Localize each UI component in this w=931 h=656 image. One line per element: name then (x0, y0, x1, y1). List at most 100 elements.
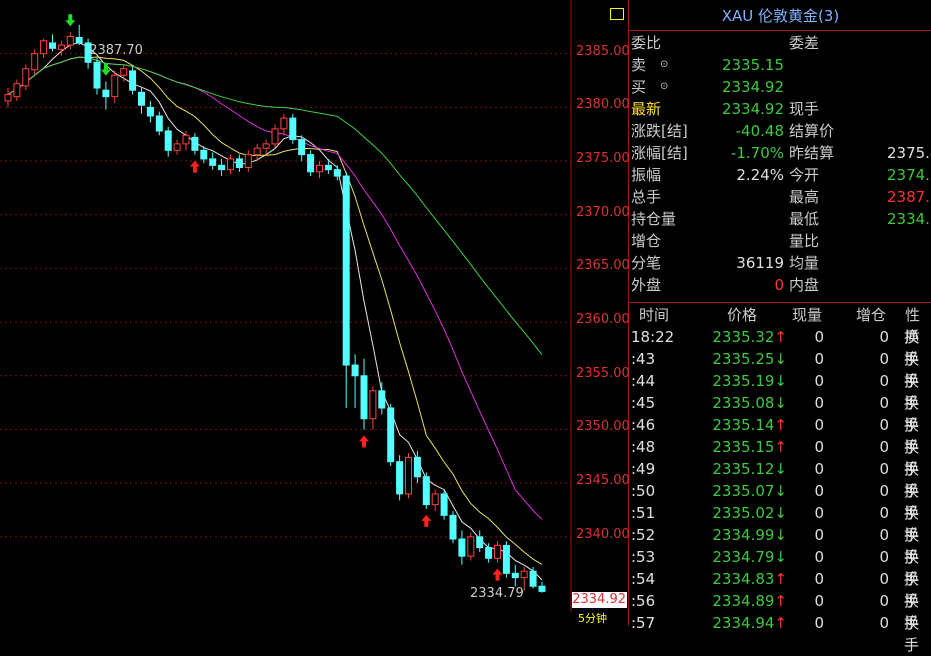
quote-row: 增仓 量比 (629, 230, 931, 252)
tick-cell-time: :46 (631, 416, 656, 434)
quote-row: 振幅 2.24% 今开 2374.9 (629, 164, 931, 186)
tick-cell-time: :49 (631, 460, 656, 478)
buy-arrow-icon (189, 160, 200, 173)
quote-label: 总手 (631, 188, 662, 206)
tick-row: 18:22 2335.32↑ 0 0 换手 (629, 326, 931, 368)
tick-cell-oi: 0 (879, 438, 889, 456)
quote-value: -40.48 (735, 122, 784, 140)
tick-cell-time: :52 (631, 526, 656, 544)
quote-label: 分笔 (631, 254, 662, 272)
tick-cell-price: 2335.32↑ (712, 328, 787, 346)
tick-cell-vol: 0 (814, 504, 824, 522)
candle-body (155, 115, 163, 132)
y-tick-label: 2375.00 (576, 151, 630, 167)
tick-cell-price: 2335.15↑ (712, 438, 787, 456)
quote-label: 最低 (789, 210, 820, 228)
tick-cell-price: 2335.07↓ (712, 482, 787, 500)
quote-value: 2375.4 (887, 144, 931, 162)
candle-body (129, 70, 137, 91)
quote-label: 外盘 (631, 276, 662, 294)
candle-body (111, 74, 119, 98)
quote-label: 今开 (789, 166, 820, 184)
tick-header-cell: 价格 (727, 306, 758, 324)
candle-body (342, 175, 350, 366)
tick-cell-vol: 0 (814, 350, 824, 368)
y-tick-label: 2380.00 (576, 97, 630, 113)
candle-body (57, 44, 65, 50)
candle-body (360, 375, 368, 420)
quote-row: 涨幅[结] -1.70% 昨结算 2375.4 (629, 142, 931, 164)
tick-cell-time: :57 (631, 614, 656, 632)
quote-label: 现手 (789, 100, 820, 118)
tick-cell-vol: 0 (814, 328, 824, 346)
y-tick-label: 2340.00 (576, 526, 630, 542)
tick-row: :53 2334.79↓ 0 0 换手 (629, 546, 931, 588)
tick-cell-price: 2335.12↓ (712, 460, 787, 478)
candle-body (324, 164, 332, 171)
tick-cell-oi: 0 (879, 394, 889, 412)
tick-row: :48 2335.15↑ 0 0 换手 (629, 436, 931, 478)
candle-body (529, 570, 537, 587)
y-tick-label: 2365.00 (576, 258, 630, 274)
tick-cell-price: 2334.83↑ (712, 570, 787, 588)
candle-body (316, 164, 323, 173)
tick-cell-price: 2334.79↓ (712, 548, 787, 566)
chart-bottom-bar: 5分钟 (0, 612, 628, 626)
quote-label: 内盘 (789, 276, 820, 294)
price-axis (572, 0, 628, 612)
quote-label: 增仓 (631, 232, 662, 250)
quote-row: 卖 2335.15 ⊙ (629, 54, 931, 76)
ma-line-40 (7, 56, 543, 356)
tick-cell-vol: 0 (814, 482, 824, 500)
candle-body (31, 53, 39, 71)
y-tick-label: 2385.00 (576, 43, 630, 59)
tick-cell-vol: 0 (814, 372, 824, 390)
tick-cell-oi: 0 (879, 328, 889, 346)
tick-header-cell: 现量 (792, 306, 823, 324)
quote-label: 量比 (789, 232, 820, 250)
tick-cell-vol: 0 (814, 394, 824, 412)
chart-canvas[interactable] (0, 0, 572, 612)
candle-body (333, 169, 341, 177)
peak-price-label: 2387.70 (89, 43, 143, 58)
y-tick-label: 2355.00 (576, 365, 630, 381)
quote-row: 委比 委差 (629, 32, 931, 54)
tick-cell-price: 2335.19↓ (712, 372, 787, 390)
candle-body (235, 158, 243, 168)
tick-cell-oi: 0 (879, 526, 889, 544)
tick-row: :54 2334.83↑ 0 0 换手 (629, 568, 931, 610)
candle-body (520, 570, 528, 579)
quote-label: 委差 (789, 34, 820, 52)
candle-body (49, 42, 56, 49)
tick-cell-oi: 0 (879, 548, 889, 566)
quote-label: 持仓量 (631, 210, 677, 228)
candle-body (182, 134, 190, 145)
tick-cell-time: :51 (631, 504, 656, 522)
circle-info-icon[interactable]: ⊙ (660, 54, 668, 76)
tick-header-cell: 增仓 (856, 306, 887, 324)
candle-body (200, 149, 208, 160)
sell-arrow-icon (65, 14, 76, 27)
tick-cell-time: :45 (631, 394, 656, 412)
candle-body (476, 536, 484, 549)
tick-cell-nature: 换手 (904, 614, 920, 654)
instrument-title: XAU 伦敦黄金(3) (721, 7, 840, 25)
quote-value: 2374.9 (887, 166, 931, 184)
tick-cell-oi: 0 (879, 504, 889, 522)
candle-body (40, 40, 48, 55)
candle-body (485, 547, 493, 559)
candlestick-chart[interactable] (0, 0, 572, 612)
candle-body (387, 407, 395, 463)
quote-value: 2334.92 (721, 100, 784, 118)
candle-body (191, 136, 199, 151)
quote-row: 分笔 36119 均量 (629, 252, 931, 274)
circle-info-icon[interactable]: ⊙ (660, 76, 668, 98)
low-price-label: 2334.79 (470, 586, 524, 601)
period-tab-5min[interactable]: 5分钟 (578, 612, 607, 626)
candle-body (253, 147, 261, 156)
candle-body (13, 83, 21, 98)
candle-body (146, 106, 154, 117)
panel-toggle-icon[interactable] (610, 8, 624, 20)
sell-arrow-icon (100, 63, 111, 76)
tick-cell-time: :53 (631, 548, 656, 566)
